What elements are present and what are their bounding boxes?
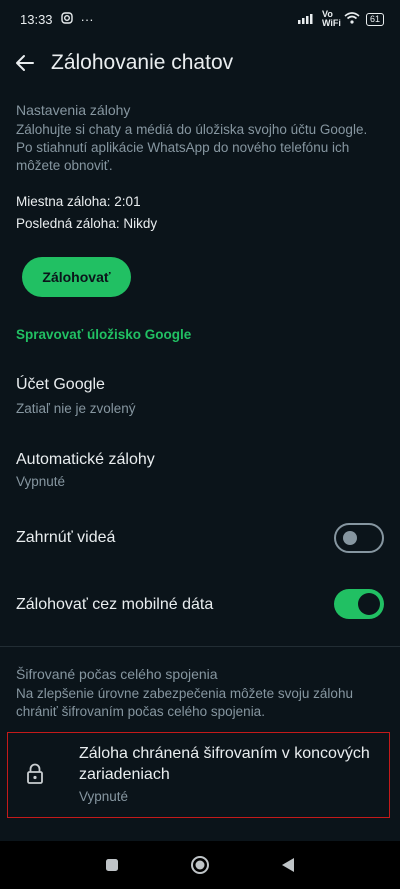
google-account-value: Zatiaľ nie je zvolený	[16, 401, 136, 416]
mobile-data-label: Zálohovať cez mobilné dáta	[16, 596, 214, 613]
back-button[interactable]	[0, 38, 50, 88]
include-videos-row[interactable]: Zahrnúť videá	[0, 516, 400, 560]
mobile-data-row[interactable]: Zálohovať cez mobilné dáta	[0, 582, 400, 626]
more-notifications-icon: ···	[80, 11, 94, 27]
section-divider	[0, 646, 400, 647]
vowifi-label: Vo WiFi	[321, 9, 341, 28]
auto-backup-value: Vypnuté	[16, 474, 66, 489]
app-bar: Zálohovanie chatov	[0, 38, 400, 88]
include-videos-label: Zahrnúť videá	[16, 529, 116, 546]
arrow-left-icon	[16, 55, 34, 71]
signal-icon	[297, 12, 316, 26]
page-title: Zálohovanie chatov	[51, 51, 234, 74]
status-time: 13:33	[20, 11, 53, 27]
home-button[interactable]	[156, 841, 244, 889]
google-account-title: Účet Google	[16, 376, 105, 393]
recents-button[interactable]	[68, 841, 156, 889]
wifi-icon	[344, 12, 360, 26]
e2e-backup-row[interactable]: Záloha chránená šifrovaním v koncových z…	[7, 732, 390, 818]
circle-icon	[191, 856, 209, 874]
auto-backup-title: Automatické zálohy	[16, 451, 155, 468]
e2e-description: Na zlepšenie úrovne zabezpečenia môžete …	[16, 686, 353, 719]
e2e-backup-value: Vypnuté	[79, 789, 129, 804]
backup-button[interactable]: Zálohovať	[22, 257, 131, 297]
square-icon	[106, 859, 118, 871]
mobile-data-toggle[interactable]	[334, 589, 384, 619]
triangle-back-icon	[282, 858, 294, 872]
e2e-backup-title: Záloha chránená šifrovaním v koncových z…	[79, 745, 370, 783]
manage-google-storage-link[interactable]: Spravovať úložisko Google	[16, 327, 191, 342]
last-backup-info: Posledná záloha: Nikdy	[16, 216, 158, 231]
google-account-row[interactable]: Účet Google Zatiaľ nie je zvolený	[0, 366, 400, 426]
backup-settings-heading: Nastavenia zálohy	[16, 102, 131, 118]
system-navigation-bar	[0, 841, 400, 889]
battery-indicator: 61	[365, 12, 384, 26]
local-backup-info: Miestna záloha: 2:01	[16, 194, 141, 209]
backup-settings-description: Zálohujte si chaty a médiá do úložiska s…	[16, 122, 368, 173]
e2e-heading: Šifrované počas celého spojenia	[16, 666, 218, 682]
instagram-icon	[60, 11, 73, 27]
auto-backup-row[interactable]: Automatické zálohy Vypnuté	[0, 442, 400, 502]
lock-icon	[26, 763, 44, 790]
status-bar: 13:33 ··· Vo WiFi 61	[0, 0, 400, 38]
back-nav-button[interactable]	[244, 841, 332, 889]
include-videos-toggle[interactable]	[334, 523, 384, 553]
